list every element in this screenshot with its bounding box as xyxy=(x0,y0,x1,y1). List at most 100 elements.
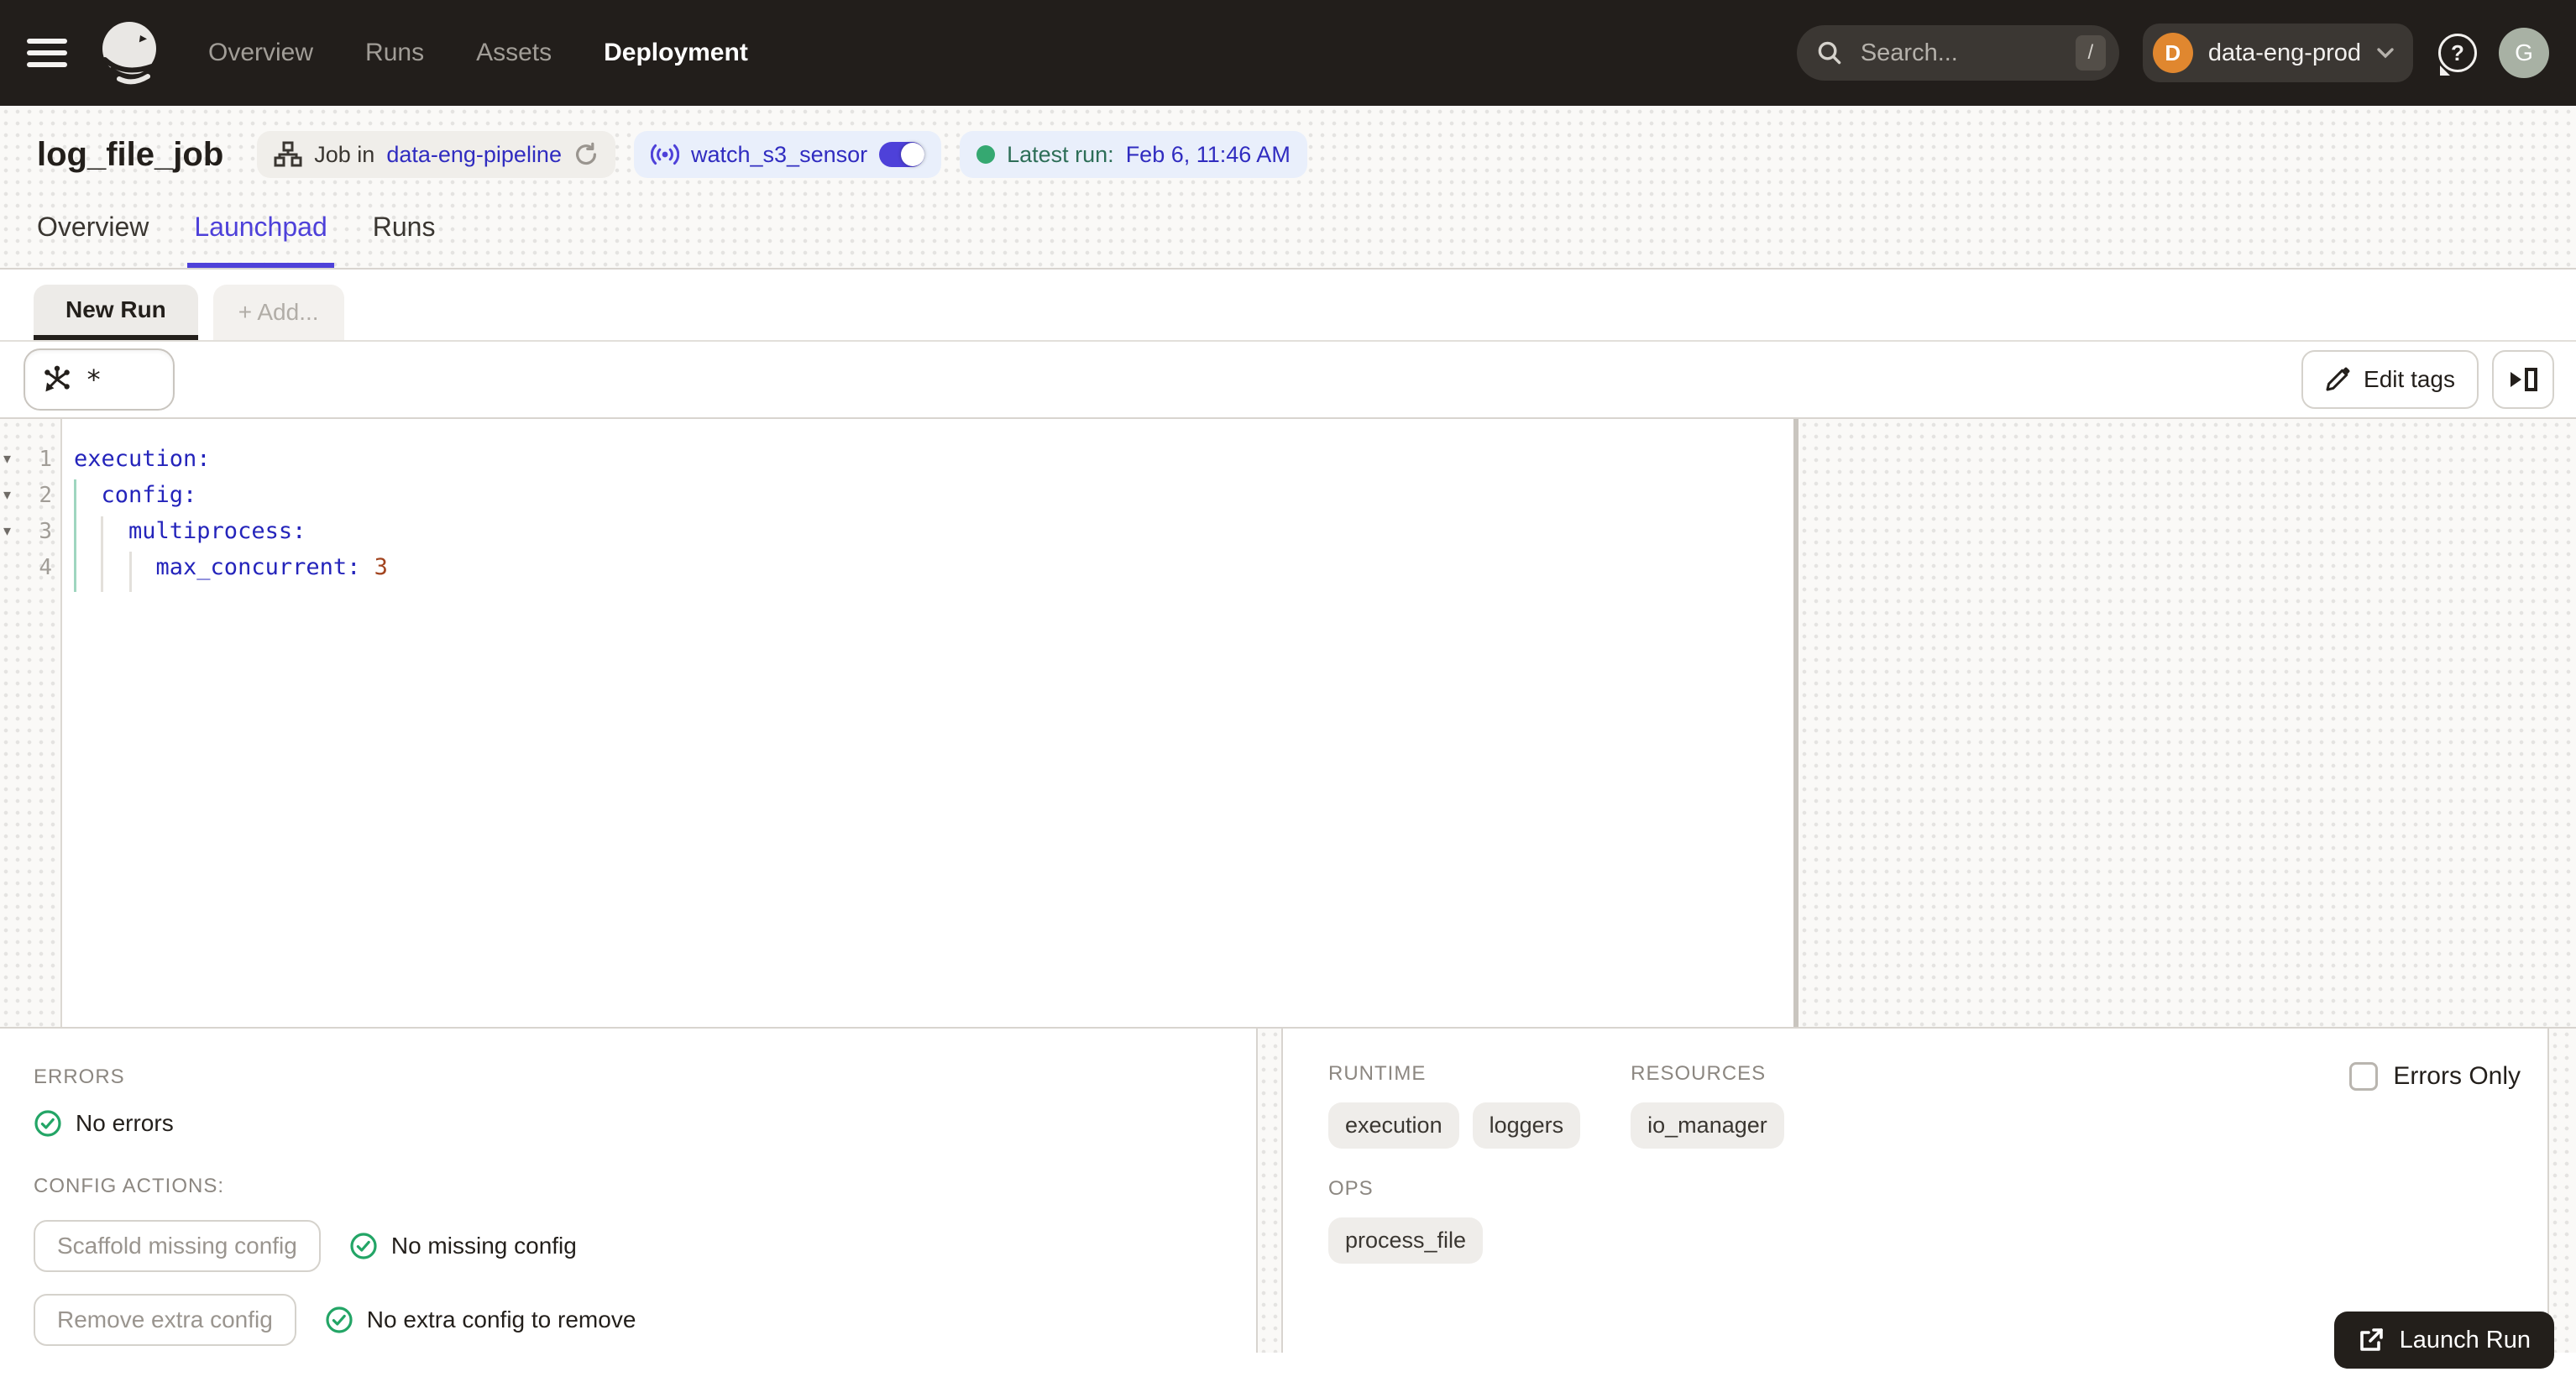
code-line[interactable]: ▾ 2 config: xyxy=(0,477,1793,513)
code-line[interactable]: ▾ 1 execution: xyxy=(0,441,1793,477)
scaffold-missing-config-button[interactable]: Scaffold missing config xyxy=(34,1220,321,1272)
runtime-section: RUNTIME execution loggers xyxy=(1328,1062,1581,1149)
top-nav-bar: Overview Runs Assets Deployment / D data… xyxy=(0,0,2576,106)
errors-only-label: Errors Only xyxy=(2393,1062,2521,1090)
errors-header: ERRORS xyxy=(34,1065,125,1088)
resources-section: RESOURCES io_manager xyxy=(1631,1062,1784,1149)
code-line[interactable]: 4 max_concurrent: 3 xyxy=(0,549,1793,585)
expand-panel-button[interactable] xyxy=(2492,350,2554,409)
ops-header: OPS xyxy=(1328,1177,1374,1200)
sensor-link[interactable]: watch_s3_sensor xyxy=(691,142,867,168)
check-circle-icon xyxy=(350,1233,377,1259)
job-location-badge: Job in data-eng-pipeline xyxy=(257,131,615,178)
line-number: 4 xyxy=(39,554,52,580)
yaml-key: execution: xyxy=(74,446,211,472)
op-selection-text: * xyxy=(86,364,102,395)
nav-item-assets[interactable]: Assets xyxy=(476,39,552,67)
config-actions-header: CONFIG ACTIONS: xyxy=(34,1175,225,1197)
edit-tags-button[interactable]: Edit tags xyxy=(2301,350,2479,409)
no-missing-config-status: No missing config xyxy=(349,1232,577,1260)
scaffold-config-row: Scaffold missing config No missing confi… xyxy=(34,1220,1223,1272)
editor-split: ▾ 1 execution: ▾ 2 config: ▾ 3 multiproc… xyxy=(0,419,2576,1029)
sensor-icon xyxy=(650,144,679,165)
errors-only-control[interactable]: Errors Only xyxy=(2349,1062,2521,1091)
target-panel: Errors Only RUNTIME execution loggers RE… xyxy=(1281,1029,2549,1353)
launch-run-button[interactable]: Launch Run xyxy=(2333,1312,2554,1369)
yaml-value: 3 xyxy=(374,554,388,580)
no-extra-config-status: No extra config to remove xyxy=(325,1306,636,1334)
hamburger-menu-icon[interactable] xyxy=(27,39,67,67)
errors-only-checkbox[interactable] xyxy=(2349,1062,2379,1091)
yaml-key: multiprocess: xyxy=(74,518,306,544)
nav-item-overview[interactable]: Overview xyxy=(208,39,313,67)
job-graph-icon xyxy=(274,141,302,167)
launch-icon xyxy=(2359,1328,2383,1351)
sensor-badge: watch_s3_sensor xyxy=(633,131,942,178)
user-avatar[interactable]: G xyxy=(2499,28,2549,78)
panel-expand-icon xyxy=(2511,368,2537,391)
nav-item-deployment[interactable]: Deployment xyxy=(604,39,748,67)
question-mark-icon: ? xyxy=(2438,34,2477,72)
fold-arrow-icon[interactable]: ▾ xyxy=(0,522,24,540)
bottom-strip: ERRORS No errors CONFIG ACTIONS: Scaffol… xyxy=(0,1029,2576,1353)
tab-launchpad[interactable]: Launchpad xyxy=(187,198,335,268)
page-title: log_file_job xyxy=(37,135,224,173)
search-input[interactable] xyxy=(1856,37,2060,69)
job-in-label: Job in xyxy=(314,141,375,167)
workspace-switcher[interactable]: D data-eng-prod xyxy=(2142,24,2413,82)
nav-item-runs[interactable]: Runs xyxy=(365,39,424,67)
runtime-tag[interactable]: execution xyxy=(1328,1102,1459,1149)
remove-config-row: Remove extra config No extra config to r… xyxy=(34,1294,1223,1346)
pipeline-link[interactable]: data-eng-pipeline xyxy=(386,142,562,168)
runtime-tag[interactable]: loggers xyxy=(1472,1102,1581,1149)
sensor-toggle[interactable] xyxy=(879,142,925,167)
line-number: 1 xyxy=(39,446,52,472)
fold-arrow-icon[interactable]: ▾ xyxy=(0,486,24,504)
check-circle-icon xyxy=(34,1110,61,1137)
chevron-down-icon xyxy=(2377,48,2394,59)
check-circle-icon xyxy=(326,1306,353,1333)
config-editor[interactable]: ▾ 1 execution: ▾ 2 config: ▾ 3 multiproc… xyxy=(0,419,1793,1027)
panel-right-margin xyxy=(2549,1029,2576,1353)
resources-header: RESOURCES xyxy=(1631,1062,1767,1085)
op-tag[interactable]: process_file xyxy=(1328,1217,1484,1264)
header-zone: log_file_job Job in data-eng-pipeline wa… xyxy=(0,106,2576,270)
tab-runs[interactable]: Runs xyxy=(369,198,439,268)
page-header: log_file_job Job in data-eng-pipeline wa… xyxy=(0,106,2576,198)
search-icon xyxy=(1818,41,1841,65)
reload-icon[interactable] xyxy=(573,142,599,167)
launchpad-toolbar: * Edit tags xyxy=(0,342,2576,419)
run-status-dot-icon xyxy=(976,145,996,164)
yaml-key: config: xyxy=(74,482,197,508)
latest-run-label: Latest run: xyxy=(1007,141,1114,167)
line-number: 3 xyxy=(39,518,52,544)
run-config-tab-new-run[interactable]: New Run xyxy=(34,285,198,340)
code-lines: ▾ 1 execution: ▾ 2 config: ▾ 3 multiproc… xyxy=(0,419,1793,585)
nav-links: Overview Runs Assets Deployment xyxy=(208,39,748,67)
code-line[interactable]: ▾ 3 multiprocess: xyxy=(0,513,1793,549)
op-graph-icon xyxy=(45,365,70,392)
pencil-icon xyxy=(2326,367,2350,391)
editor-right-pane xyxy=(1798,419,2576,1027)
errors-panel: ERRORS No errors CONFIG ACTIONS: Scaffol… xyxy=(0,1029,1258,1353)
search-shortcut-badge: / xyxy=(2075,35,2106,71)
resource-tag[interactable]: io_manager xyxy=(1631,1102,1784,1149)
no-errors-row: No errors xyxy=(34,1109,1223,1138)
help-button[interactable]: ? xyxy=(2438,34,2477,76)
tab-overview[interactable]: Overview xyxy=(34,198,152,268)
runtime-header: RUNTIME xyxy=(1328,1062,1427,1085)
remove-extra-config-button[interactable]: Remove extra config xyxy=(34,1294,296,1346)
yaml-key: max_concurrent: xyxy=(74,554,374,580)
page-tabs: Overview Launchpad Runs xyxy=(0,198,2576,270)
workspace-avatar: D xyxy=(2152,33,2193,73)
latest-run-link[interactable]: Feb 6, 11:46 AM xyxy=(1126,142,1291,168)
global-search[interactable]: / xyxy=(1796,25,2119,81)
ops-section: OPS process_file xyxy=(1328,1177,2521,1264)
add-config-tab-button[interactable]: + Add... xyxy=(212,285,344,340)
op-selector-input[interactable]: * xyxy=(24,348,175,411)
dagster-logo-icon[interactable] xyxy=(94,18,165,88)
panel-gap xyxy=(1258,1029,1281,1353)
fold-arrow-icon[interactable]: ▾ xyxy=(0,450,24,468)
workspace-name: data-eng-prod xyxy=(2207,39,2361,66)
latest-run-badge: Latest run: Feb 6, 11:46 AM xyxy=(960,131,1307,178)
